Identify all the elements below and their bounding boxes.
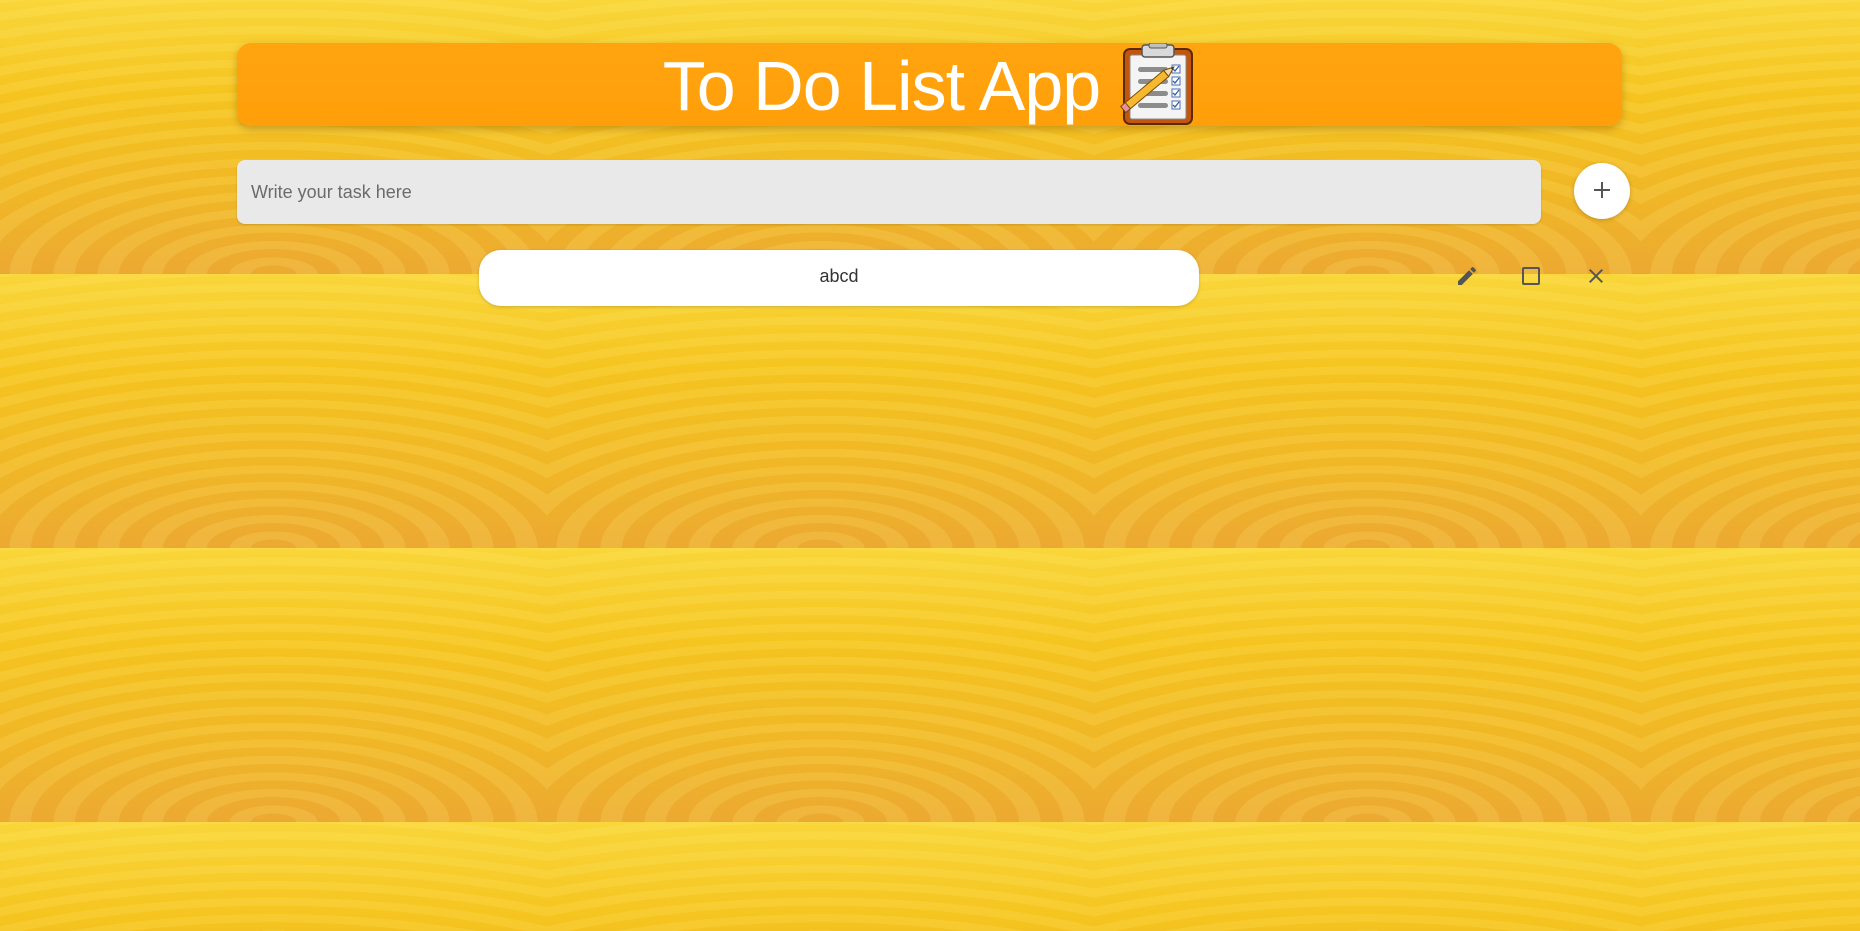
plus-icon (1592, 180, 1612, 203)
complete-task-checkbox[interactable] (1514, 261, 1548, 295)
close-icon (1584, 264, 1608, 293)
checkbox-icon (1519, 264, 1543, 293)
clipboard-checklist-icon (1116, 43, 1196, 126)
task-text: abcd (819, 266, 859, 286)
app-header: To Do List App (237, 43, 1622, 126)
edit-icon (1455, 264, 1479, 293)
add-task-button[interactable] (1574, 163, 1630, 219)
task-input[interactable] (237, 160, 1541, 224)
app-title: To Do List App (662, 46, 1101, 125)
task-item: abcd (479, 250, 1199, 306)
delete-task-button[interactable] (1579, 261, 1613, 295)
edit-task-button[interactable] (1450, 261, 1484, 295)
